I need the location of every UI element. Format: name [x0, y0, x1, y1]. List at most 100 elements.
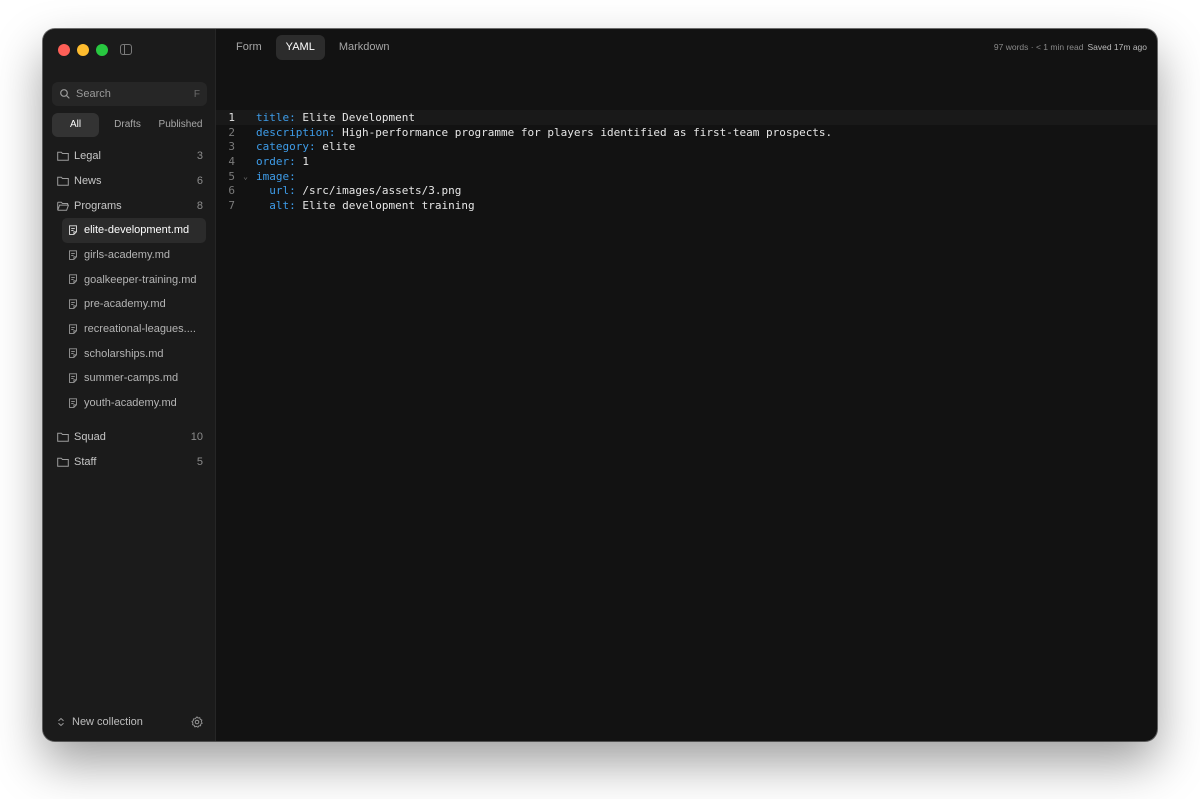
line-number: 6: [228, 184, 235, 198]
collection-squad[interactable]: Squad 10: [43, 425, 215, 450]
file-name: elite-development.md: [84, 224, 190, 237]
folder-open-icon: [57, 201, 69, 211]
line-number: 3: [228, 140, 235, 154]
code-line: 5 ⌄ image:: [216, 169, 1157, 184]
line-number: 1: [228, 110, 235, 124]
yaml-value: High-performance programme for players i…: [342, 125, 833, 139]
filter-drafts[interactable]: Drafts: [101, 113, 154, 137]
editor-pane: Form YAML Markdown 97 words · < 1 min re…: [216, 29, 1157, 741]
document-icon: [69, 323, 77, 334]
file-item-youth-academy[interactable]: youth-academy.md: [62, 391, 206, 416]
yaml-key: category: [256, 140, 309, 154]
code-line: 3 category: elite: [216, 139, 1157, 154]
collection-count: 3: [196, 149, 203, 162]
app-window: Search F All Drafts Published Legal 3 Ne…: [43, 29, 1157, 741]
document-icon: [69, 225, 77, 235]
collection-programs[interactable]: Programs 8: [43, 193, 215, 218]
fold-chevron-icon[interactable]: ⌄: [235, 172, 256, 181]
word-count-stats: 97 words · < 1 min read: [993, 42, 1084, 52]
file-item-girls-academy[interactable]: girls-academy.md: [62, 243, 206, 268]
file-item-goalkeeper-training[interactable]: goalkeeper-training.md: [62, 267, 206, 292]
collection-count: 6: [196, 174, 203, 187]
collection-label: Staff: [74, 456, 97, 468]
yaml-editor[interactable]: 1 title: Elite Development 2 description: …: [216, 110, 1157, 213]
file-item-summer-camps[interactable]: summer-camps.md: [62, 366, 206, 391]
file-item-scholarships[interactable]: scholarships.md: [62, 341, 206, 366]
line-number: 5: [228, 169, 235, 183]
file-name: recreational-leagues....: [84, 323, 196, 336]
yaml-key: title: [256, 110, 290, 124]
minimize-window-button[interactable]: [77, 44, 89, 56]
zoom-window-button[interactable]: [96, 44, 108, 56]
collection-count: 10: [190, 431, 203, 443]
toggle-sidebar-icon[interactable]: [120, 44, 132, 55]
new-collection-button[interactable]: New collection: [57, 716, 143, 728]
window-controls: [58, 44, 108, 56]
yaml-value: /src/images/assets/3.png: [302, 184, 462, 198]
status-filter: All Drafts Published: [52, 113, 207, 137]
collection-staff[interactable]: Staff 5: [43, 450, 215, 475]
file-name: scholarships.md: [84, 347, 164, 360]
search-placeholder: Search: [76, 88, 111, 100]
code-line: 6 url: /src/images/assets/3.png: [216, 183, 1157, 198]
gear-icon[interactable]: [191, 716, 203, 728]
document-meta: 97 words · < 1 min read Saved 17m ago: [994, 42, 1147, 52]
collection-count: 8: [196, 199, 203, 212]
code-line: 2 description: High-performance programme…: [216, 125, 1157, 140]
search-field[interactable]: Search F: [52, 82, 207, 106]
save-status: Saved 17m ago: [1087, 42, 1147, 52]
file-item-recreational-leagues[interactable]: recreational-leagues....: [62, 317, 206, 342]
yaml-key: description: [256, 125, 329, 139]
file-name: girls-academy.md: [84, 249, 170, 262]
close-window-button[interactable]: [58, 44, 70, 56]
tab-form[interactable]: Form: [226, 35, 272, 60]
document-icon: [69, 299, 77, 309]
collection-tree: Legal 3 News 6 Programs 8 elite-developm…: [43, 143, 215, 475]
folder-icon: [57, 457, 69, 467]
view-tabs: Form YAML Markdown: [226, 35, 400, 60]
yaml-key: alt: [269, 198, 290, 212]
file-name: pre-academy.md: [84, 298, 166, 311]
folder-icon: [57, 176, 69, 186]
yaml-key: order: [256, 154, 290, 168]
collection-label: Squad: [74, 431, 106, 443]
document-icon: [69, 249, 77, 260]
file-name: youth-academy.md: [84, 397, 177, 410]
line-number: 7: [228, 198, 235, 212]
sidebar: Search F All Drafts Published Legal 3 Ne…: [43, 29, 216, 741]
folder-icon: [57, 151, 69, 161]
file-item-pre-academy[interactable]: pre-academy.md: [62, 292, 206, 317]
line-number: 2: [228, 125, 235, 139]
file-item-elite-development[interactable]: elite-development.md: [62, 218, 206, 243]
yaml-key: url: [269, 184, 290, 198]
yaml-value: Elite Development: [302, 110, 415, 124]
code-line: 4 order: 1: [216, 154, 1157, 169]
document-icon: [69, 348, 77, 359]
new-collection-label: New collection: [72, 716, 143, 728]
file-name: goalkeeper-training.md: [84, 273, 197, 286]
tab-markdown[interactable]: Markdown: [329, 35, 400, 60]
yaml-key: image: [256, 169, 290, 183]
collection-count: 5: [196, 456, 203, 468]
folder-icon: [57, 432, 69, 442]
yaml-value: Elite development training: [302, 198, 475, 212]
collection-label: News: [74, 174, 102, 187]
line-number: 4: [228, 154, 235, 168]
yaml-value: 1: [302, 154, 309, 168]
tab-yaml[interactable]: YAML: [275, 35, 325, 60]
sidebar-footer: New collection: [43, 703, 215, 741]
collection-news[interactable]: News 6: [43, 168, 215, 193]
code-line: 1 title: Elite Development: [216, 110, 1157, 125]
filter-published[interactable]: Published: [154, 113, 207, 137]
search-icon: [60, 89, 70, 99]
collection-legal[interactable]: Legal 3: [43, 143, 215, 168]
document-icon: [69, 274, 77, 285]
filter-all[interactable]: All: [52, 113, 99, 137]
collection-label: Programs: [74, 199, 122, 212]
collection-label: Legal: [74, 149, 101, 162]
document-icon: [69, 398, 77, 408]
search-shortcut: F: [193, 88, 200, 100]
chevron-up-down-icon: [58, 717, 64, 727]
code-line: 7 alt: Elite development training: [216, 198, 1157, 213]
document-icon: [69, 373, 77, 383]
